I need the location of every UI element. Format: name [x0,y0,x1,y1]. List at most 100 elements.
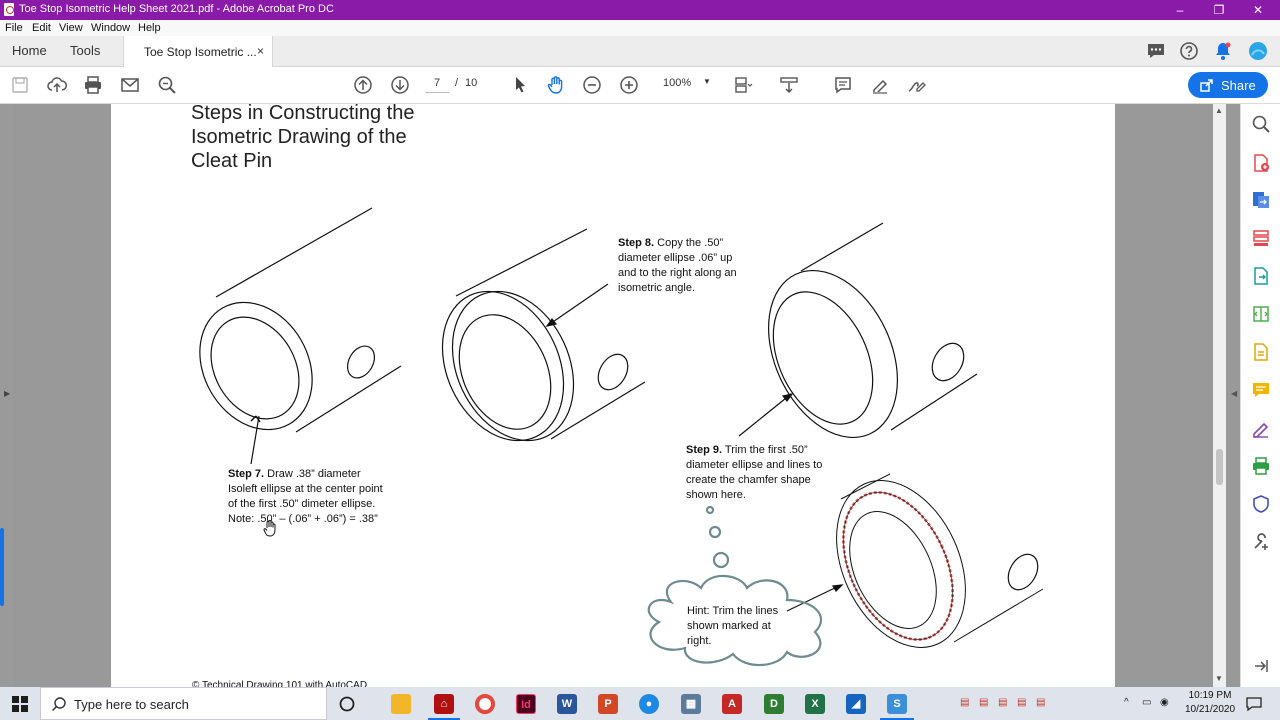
vertical-scrollbar[interactable]: ▲ ▼ [1213,104,1226,687]
fill-sign-icon[interactable] [1251,342,1271,362]
zoom-in-icon[interactable] [619,75,639,95]
upload-cloud-icon[interactable] [47,75,67,95]
tab-document-label: Toe Stop Isometric ... [144,45,257,59]
collapse-right-panel-icon[interactable]: ◀ [1231,389,1237,398]
pdf-tray-icon-5[interactable]: ▤ [1036,697,1045,708]
print-icon[interactable] [83,75,103,95]
tab-home[interactable]: Home [12,43,47,58]
menu-edit[interactable]: Edit [32,22,51,34]
main-toolbar: 7 / 10 100% ▼ Share [0,67,1280,104]
network-icon[interactable]: ◉ [1160,697,1169,708]
step9-text: Step 9. Trim the first .50” diameter ell… [686,444,823,501]
step8-text: Step 8. Copy the .50” diameter ellipse .… [618,237,737,294]
taskbar-clock[interactable]: 10:19 PM 10/21/2020 [1180,689,1240,717]
page-number-input[interactable]: 7 [425,77,449,93]
restore-button[interactable]: ❐ [1204,2,1234,18]
cleat-pin-step9-figure [738,222,978,439]
pdf-tray-icon-2[interactable]: ▤ [979,697,988,708]
comment-tool-icon[interactable] [1251,380,1271,400]
cleat-pin-step8-figure [441,228,646,442]
taskbar-search-box[interactable]: Type here to search [40,687,327,720]
minimize-button[interactable]: – [1165,2,1195,18]
close-tab-button[interactable]: × [257,44,264,58]
combine-files-icon[interactable] [1251,304,1271,324]
windows-taskbar: Type here to search ⌂ Id W P ● ▦ A D X ◢… [0,687,1280,720]
hand-tool-icon[interactable] [546,75,566,95]
expand-left-panel-icon[interactable]: ▶ [4,389,10,398]
window-title: Toe Stop Isometric Help Sheet 2021.pdf -… [19,3,334,15]
search-icon[interactable] [157,75,177,95]
menu-file[interactable]: File [5,22,23,34]
add-comment-icon[interactable] [833,75,853,95]
snagit-icon[interactable]: S [887,694,907,714]
sign-icon[interactable] [906,75,926,95]
highlight-pen-icon[interactable] [870,75,890,95]
pdf-tray-icon-4[interactable]: ▤ [1017,697,1026,708]
step7-heading: Step 7. [228,468,265,480]
indesign-icon[interactable]: Id [516,694,536,714]
scroll-mode-icon[interactable] [779,75,799,95]
teams-meeting-icon[interactable]: ● [639,694,659,714]
notification-bell-icon[interactable] [1213,41,1233,61]
scroll-down-icon[interactable]: ▼ [1215,674,1223,683]
screen-recorder-icon[interactable]: ◢ [846,694,866,714]
close-window-button[interactable]: ✕ [1243,2,1273,18]
hint-text: Hint: Trim the lines shown marked at rig… [687,605,779,647]
autocad-icon[interactable]: A [722,694,742,714]
page-display-icon[interactable] [733,75,753,95]
email-icon[interactable] [120,75,140,95]
file-explorer-icon[interactable] [391,694,411,714]
comment-icon[interactable] [1146,41,1166,61]
protect-shield-icon[interactable] [1251,494,1271,514]
battery-icon[interactable]: ▭ [1142,697,1151,708]
calculator-icon[interactable]: ▦ [681,694,701,714]
chevron-up-icon[interactable]: ^ [1124,697,1129,708]
tab-document[interactable]: Toe Stop Isometric ... × [123,36,273,67]
select-cursor-icon[interactable] [510,75,530,95]
search-icon [51,697,66,712]
powerpoint-icon[interactable]: P [598,694,618,714]
share-label: Share [1221,78,1256,93]
save-icon[interactable] [10,75,30,95]
menu-window[interactable]: Window [91,22,130,34]
pdf-tray-icon[interactable]: ▤ [960,697,969,708]
acrobat-taskbar-icon[interactable]: ⌂ [434,694,454,714]
scroll-up-icon[interactable]: ▲ [1215,106,1223,115]
create-pdf-icon[interactable] [1251,153,1271,173]
tab-tools[interactable]: Tools [70,43,100,58]
tab-bar: Home Tools Toe Stop Isometric ... × [0,36,1280,67]
menu-help[interactable]: Help [138,22,161,34]
word-icon[interactable]: W [557,694,577,714]
organize-pages-icon[interactable] [1251,228,1271,248]
share-button[interactable]: Share [1188,72,1268,98]
page-separator: / [455,77,459,89]
isometric-drawings [199,207,1044,667]
menu-view[interactable]: View [59,22,83,34]
step7-text: Step 7. Draw .38” diameter Isoleft ellip… [228,468,383,525]
window-titlebar: Toe Stop Isometric Help Sheet 2021.pdf -… [0,0,1280,20]
chevron-down-icon: ▼ [703,77,711,86]
export-pdf-icon[interactable] [1251,190,1271,210]
print-production-icon[interactable] [1251,456,1271,476]
edit-pdf-icon[interactable] [1251,266,1271,286]
collapse-panel-icon[interactable] [1251,656,1271,676]
more-tools-icon[interactable] [1251,532,1271,552]
acrobat-file-icon [4,3,14,16]
pdf-tray-icon-3[interactable]: ▤ [998,697,1007,708]
search-tool-icon[interactable] [1251,114,1271,134]
next-page-icon[interactable] [390,75,410,95]
cortana-icon[interactable] [338,695,356,713]
action-center-icon[interactable] [1246,696,1262,712]
windows-start-icon[interactable] [12,696,28,712]
excel-icon[interactable]: X [805,694,825,714]
document-viewer[interactable]: ▶ Steps in Constructing the Isometric Dr… [0,104,1240,687]
scrollbar-thumb[interactable] [1216,449,1223,485]
help-icon[interactable] [1179,41,1199,61]
chrome-icon[interactable] [475,694,495,714]
request-signature-icon[interactable] [1251,418,1271,438]
previous-page-icon[interactable] [353,75,373,95]
step9-heading: Step 9. [686,444,723,456]
account-avatar[interactable] [1248,41,1268,61]
publisher-icon[interactable]: D [764,694,784,714]
zoom-out-icon[interactable] [582,75,602,95]
